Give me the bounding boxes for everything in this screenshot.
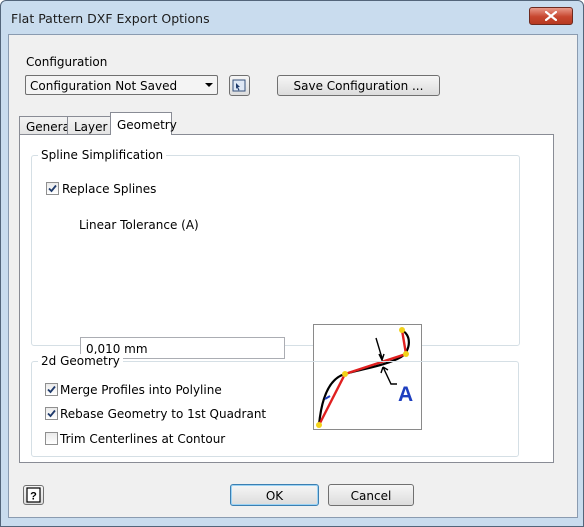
help-button[interactable]: ? xyxy=(23,485,44,505)
tab-layer[interactable]: Layer xyxy=(67,116,111,135)
tab-geometry[interactable]: Geometry xyxy=(110,112,177,135)
merge-profiles-checkbox[interactable] xyxy=(45,383,58,396)
ok-button[interactable]: OK xyxy=(230,484,319,506)
help-icon: ? xyxy=(26,487,41,503)
trim-centerlines-checkbox[interactable] xyxy=(45,432,58,445)
replace-splines-label: Replace Splines xyxy=(62,182,157,196)
rebase-geometry-label: Rebase Geometry to 1st Quadrant xyxy=(60,407,267,421)
spline-simplification-title: Spline Simplification xyxy=(38,148,167,162)
browse-icon xyxy=(232,79,246,92)
svg-text:?: ? xyxy=(30,491,37,503)
cancel-button[interactable]: Cancel xyxy=(328,484,414,506)
checkmark-icon xyxy=(47,409,56,418)
close-button[interactable] xyxy=(529,7,573,25)
browse-configuration-button[interactable] xyxy=(229,75,250,96)
configuration-selected: Configuration Not Saved xyxy=(30,79,178,93)
configuration-label: Configuration xyxy=(26,55,108,69)
merge-profiles-label: Merge Profiles into Polyline xyxy=(60,383,222,397)
title-bar[interactable]: Flat Pattern DXF Export Options xyxy=(1,1,583,33)
window-title: Flat Pattern DXF Export Options xyxy=(11,11,210,26)
checkmark-icon xyxy=(47,385,56,394)
dialog-body: Configuration Configuration Not Saved Sa… xyxy=(8,34,578,518)
rebase-geometry-checkbox[interactable] xyxy=(45,407,58,420)
tab-general[interactable]: General xyxy=(19,116,73,135)
geometry-tab-panel: Spline Simplification Replace Splines Li… xyxy=(19,134,554,463)
2d-geometry-title: 2d Geometry xyxy=(38,354,123,368)
checkmark-icon xyxy=(48,184,57,193)
trim-centerlines-label: Trim Centerlines at Contour xyxy=(60,432,226,446)
linear-tolerance-label: Linear Tolerance (A) xyxy=(79,218,199,232)
dialog-window: Flat Pattern DXF Export Options Configur… xyxy=(0,0,584,527)
save-configuration-button[interactable]: Save Configuration ... xyxy=(277,75,440,96)
configuration-dropdown[interactable]: Configuration Not Saved xyxy=(25,75,218,95)
close-icon xyxy=(545,11,557,21)
chevron-down-icon xyxy=(205,83,213,87)
replace-splines-checkbox[interactable] xyxy=(46,182,59,195)
